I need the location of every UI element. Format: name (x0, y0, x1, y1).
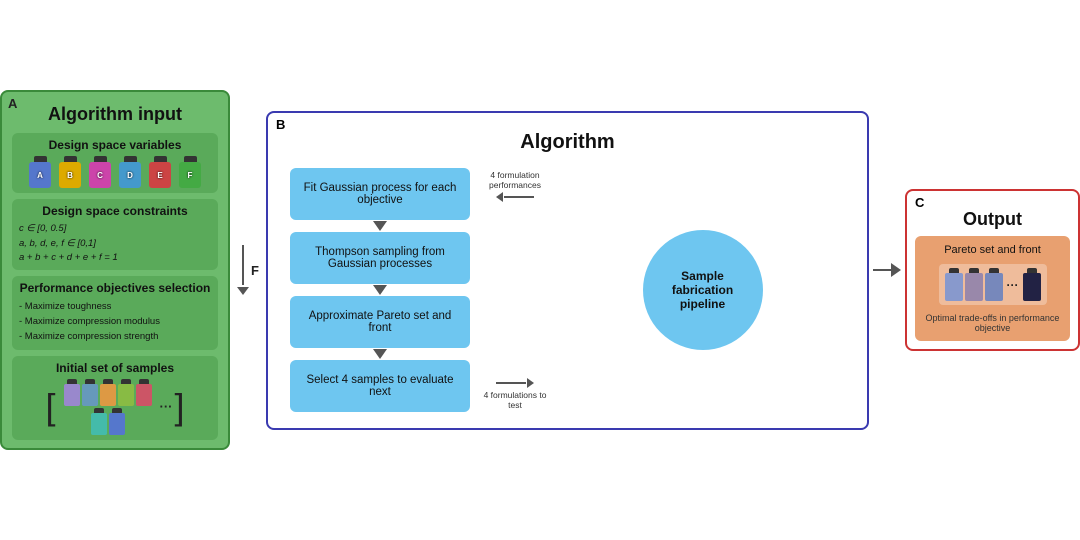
feedback-col: 4 formulation performances 4 formulation… (480, 160, 550, 420)
algo-right: Sample fabrication pipeline (550, 230, 855, 350)
panel-a-label: A (8, 96, 17, 111)
step-box-1: Fit Gaussian process for each objective (290, 168, 470, 220)
sample-bottle (118, 379, 134, 406)
design-bottles-row: A B C D E F (19, 156, 211, 188)
design-vars-section: Design space variables A B C D E F (12, 133, 218, 193)
design-bottle: F (177, 156, 203, 188)
samples-bracket: [ ··· ] (19, 379, 211, 435)
panel-b-label: B (276, 117, 285, 132)
algo-steps: Fit Gaussian process for each objective T… (280, 168, 480, 412)
sample-bottle (100, 379, 116, 406)
arrow-ab: F (230, 245, 266, 295)
design-bottle: D (117, 156, 143, 188)
dots: ··· (160, 399, 173, 414)
constraint-line: c ∈ [0, 0.5] (19, 222, 211, 236)
design-vars-title: Design space variables (19, 138, 211, 152)
objectives-list: - Maximize toughness- Maximize compressi… (19, 299, 211, 345)
feedback-bottom-group: 4 formulations to test (480, 378, 550, 410)
sample-bottle (91, 408, 107, 435)
output-caption: Optimal trade-offs in performance object… (923, 313, 1062, 333)
output-bottle (1023, 268, 1041, 301)
f-label: F (251, 263, 259, 278)
algo-main-row: Fit Gaussian process for each objective T… (280, 160, 855, 420)
objectives-section: Performance objectives selection - Maxim… (12, 276, 218, 350)
panel-b-title: Algorithm (520, 131, 614, 154)
feedback-top-label: 4 formulation performances (480, 170, 550, 190)
objectives-title: Performance objectives selection (19, 281, 211, 295)
design-bottle: A (27, 156, 53, 188)
sample-bottle (64, 379, 80, 406)
sample-bottle (109, 408, 125, 435)
objective-item: - Maximize compression modulus (19, 314, 211, 329)
design-bottle: B (57, 156, 83, 188)
output-bottle (965, 268, 983, 301)
step-box-2: Thompson sampling from Gaussian processe… (290, 232, 470, 284)
step-arrow-2 (373, 285, 387, 295)
output-inner: Pareto set and front ··· Optimal trade-o… (915, 236, 1070, 341)
panel-c: C Output Pareto set and front ··· Optima… (905, 189, 1080, 351)
step-box-4: Select 4 samples to evaluate next (290, 360, 470, 412)
step-box-3: Approximate Pareto set and front (290, 296, 470, 348)
step-arrow-3 (373, 349, 387, 359)
output-subtitle: Pareto set and front (944, 244, 1041, 256)
output-dots: ··· (1007, 278, 1019, 292)
panel-c-label: C (915, 195, 924, 210)
output-bottle (945, 268, 963, 301)
panel-a: A Algorithm input Design space variables… (0, 90, 230, 449)
initial-samples-title: Initial set of samples (19, 361, 211, 375)
sample-bottle (136, 379, 152, 406)
constraint-line: a + b + c + d + e + f = 1 (19, 251, 211, 265)
feedback-top-group: 4 formulation performances (480, 170, 550, 202)
step-arrow-1 (373, 221, 387, 231)
constraints-section: Design space constraints c ∈ [0, 0.5]a, … (12, 199, 218, 270)
objective-item: - Maximize compression strength (19, 329, 211, 344)
constraints-text: c ∈ [0, 0.5]a, b, d, e, f ∈ [0,1]a + b +… (19, 222, 211, 265)
initial-samples-section: Initial set of samples [ ··· (12, 356, 218, 440)
panel-c-title: Output (915, 209, 1070, 230)
constraint-line: a, b, d, e, f ∈ [0,1] (19, 237, 211, 251)
right-bracket: ] (175, 389, 185, 425)
constraints-title: Design space constraints (19, 204, 211, 218)
design-bottle: E (147, 156, 173, 188)
objective-item: - Maximize toughness (19, 299, 211, 314)
arrow-bc (869, 263, 905, 277)
panel-b: B Algorithm Fit Gaussian process for eac… (266, 111, 869, 430)
left-bracket: [ (45, 389, 55, 425)
output-bottles-row: ··· (939, 264, 1047, 305)
output-bottle (985, 268, 1003, 301)
feedback-bottom-label: 4 formulations to test (480, 390, 550, 410)
sample-bottle (82, 379, 98, 406)
circle-sample: Sample fabrication pipeline (643, 230, 763, 350)
panel-a-title: Algorithm input (12, 104, 218, 125)
design-bottle: C (87, 156, 113, 188)
